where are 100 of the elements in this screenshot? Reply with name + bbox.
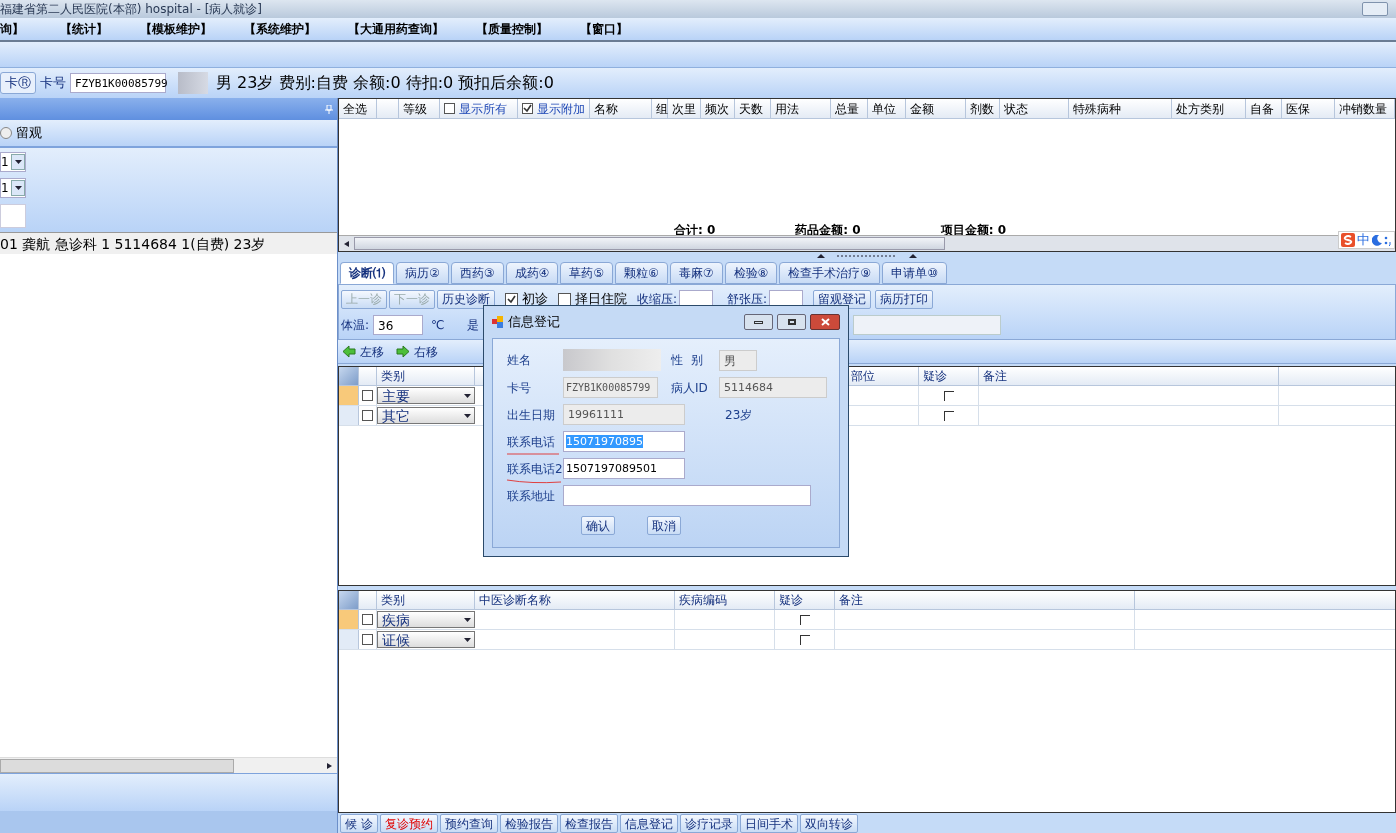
radio-button[interactable] bbox=[0, 127, 12, 139]
maximize-button[interactable] bbox=[777, 314, 806, 330]
dropdown-icon bbox=[463, 616, 471, 623]
number-select[interactable]: 1 bbox=[0, 152, 26, 172]
category-select[interactable]: 其它 bbox=[377, 407, 475, 424]
scrollbar-thumb[interactable] bbox=[0, 758, 234, 773]
column-header: 特殊病种 bbox=[1069, 99, 1173, 118]
menu-item[interactable]: 【模板维护】 bbox=[124, 20, 228, 38]
field-label: 病人ID bbox=[670, 379, 709, 397]
scroll-left-icon bbox=[343, 240, 350, 247]
column-header: 金额 bbox=[906, 99, 966, 118]
right-arrow-icon bbox=[396, 345, 410, 358]
confirm-button[interactable]: 确认 bbox=[581, 516, 615, 535]
move-button[interactable]: 左移 bbox=[342, 342, 384, 361]
card-number-field[interactable]: FZYB1K00085799 bbox=[70, 73, 166, 93]
checkbox[interactable] bbox=[362, 410, 373, 421]
bottom-button[interactable]: 双向转诊 bbox=[799, 814, 858, 833]
bottom-button[interactable]: 候 诊 bbox=[340, 814, 378, 833]
tab[interactable]: 检查手术治疗⑨ bbox=[779, 262, 881, 284]
app-icon bbox=[492, 316, 504, 328]
pin-icon[interactable] bbox=[325, 104, 333, 114]
tab[interactable]: 申请单⑩ bbox=[882, 262, 947, 284]
menu-item[interactable]: 【窗口】 bbox=[564, 20, 644, 38]
close-button[interactable] bbox=[810, 314, 840, 330]
ime-logo-icon[interactable] bbox=[1341, 233, 1355, 247]
left-arrow-icon bbox=[342, 345, 356, 358]
column-header: 疾病编码 bbox=[675, 591, 775, 609]
dropdown-icon bbox=[463, 636, 471, 643]
dropdown-button[interactable] bbox=[11, 154, 25, 170]
input-field[interactable] bbox=[0, 204, 26, 228]
total-label: 项目金额: 0 bbox=[940, 225, 1006, 235]
category-select[interactable]: 证候 bbox=[377, 631, 475, 648]
column-header: 全选 bbox=[339, 99, 377, 118]
grip-icon bbox=[817, 253, 917, 259]
tab[interactable]: 病历② bbox=[396, 262, 449, 284]
tab[interactable]: 成药④ bbox=[505, 262, 559, 284]
temperature-unit: ℃ bbox=[431, 316, 445, 334]
checkbox[interactable] bbox=[558, 292, 571, 306]
suspect-checkbox[interactable] bbox=[943, 410, 954, 421]
column-header: 类别 bbox=[377, 591, 475, 609]
bottom-button[interactable]: 复诊预约 bbox=[379, 814, 438, 833]
field-label: 卡号 bbox=[507, 379, 532, 397]
minimize-button[interactable] bbox=[744, 314, 773, 330]
scrollbar-thumb[interactable] bbox=[354, 237, 945, 250]
column-header: 中医诊断名称 bbox=[475, 591, 675, 609]
cancel-button[interactable]: 取消 bbox=[647, 516, 681, 535]
column-header: 名称 bbox=[589, 99, 652, 118]
column-header: 处方类别 bbox=[1172, 99, 1246, 118]
card-button[interactable]: 卡Ⓡ bbox=[0, 72, 36, 94]
checkbox[interactable] bbox=[362, 390, 373, 401]
tab[interactable]: 诊断⑴ bbox=[340, 262, 394, 284]
column-header: 单位 bbox=[868, 99, 907, 118]
dropdown-button[interactable] bbox=[11, 180, 25, 196]
menu-item[interactable]: 【统计】 bbox=[44, 20, 124, 38]
menu-item[interactable]: 【质量控制】 bbox=[460, 20, 564, 38]
move-button[interactable]: 右移 bbox=[396, 342, 438, 361]
punctuation-icon[interactable] bbox=[1384, 234, 1392, 246]
column-header: 等级 bbox=[398, 99, 441, 118]
toolbar-button[interactable]: 历史诊断 bbox=[437, 289, 495, 309]
menu-item[interactable]: 【系统维护】 bbox=[228, 20, 332, 38]
suspect-checkbox[interactable] bbox=[799, 614, 810, 625]
field-label: 联系地址 bbox=[507, 487, 556, 505]
bottom-button[interactable]: 预约查询 bbox=[439, 814, 498, 833]
bottom-button[interactable]: 信息登记 bbox=[619, 814, 678, 833]
checkbox[interactable] bbox=[505, 292, 518, 306]
bottom-button[interactable]: 检查报告 bbox=[559, 814, 618, 833]
checkbox[interactable] bbox=[444, 103, 456, 114]
phone-field[interactable]: 1507197089501 bbox=[563, 458, 685, 479]
column-header: 组 bbox=[651, 99, 668, 118]
menu-item[interactable]: 询】 bbox=[0, 20, 44, 38]
address-field[interactable] bbox=[563, 485, 811, 506]
bottom-button[interactable]: 检验报告 bbox=[499, 814, 558, 833]
checkbox[interactable] bbox=[362, 614, 373, 625]
field-label: 出生日期 bbox=[507, 406, 556, 424]
tab[interactable]: 草药⑤ bbox=[560, 262, 614, 284]
moon-icon[interactable] bbox=[1372, 234, 1382, 246]
tab[interactable]: 西药③ bbox=[450, 262, 504, 284]
patient-row[interactable]: 01 龚航 急诊科 1 5114684 1(自费) 23岁 bbox=[0, 232, 337, 254]
suspect-checkbox[interactable] bbox=[943, 390, 954, 401]
checkbox[interactable] bbox=[362, 634, 373, 645]
suspect-checkbox[interactable] bbox=[799, 634, 810, 645]
tab[interactable]: 毒麻⑦ bbox=[669, 262, 723, 284]
bottom-button[interactable]: 诊疗记录 bbox=[679, 814, 738, 833]
column-header: 剂数 bbox=[965, 99, 1000, 118]
category-select[interactable]: 主要 bbox=[377, 387, 475, 404]
checkbox-label: 择日住院 bbox=[575, 290, 627, 309]
tab[interactable]: 颗粒⑥ bbox=[615, 262, 668, 284]
field-label: 是 bbox=[466, 316, 479, 334]
field-label: 性 别 bbox=[670, 352, 704, 369]
temperature-field[interactable]: 36 bbox=[373, 314, 424, 335]
menu-item[interactable]: 【大通用药查询】 bbox=[332, 20, 460, 38]
card-label: 卡号 bbox=[40, 74, 66, 93]
tab[interactable]: 检验⑧ bbox=[724, 262, 778, 284]
category-select[interactable]: 疾病 bbox=[377, 611, 475, 628]
column-header: 自备 bbox=[1245, 99, 1282, 118]
column-header: 次里 bbox=[667, 99, 702, 118]
bottom-button[interactable]: 日间手术 bbox=[739, 814, 798, 833]
number-select[interactable]: 1 bbox=[0, 178, 26, 198]
action-button[interactable]: 病历打印 bbox=[875, 289, 934, 309]
checkbox[interactable] bbox=[521, 103, 533, 114]
